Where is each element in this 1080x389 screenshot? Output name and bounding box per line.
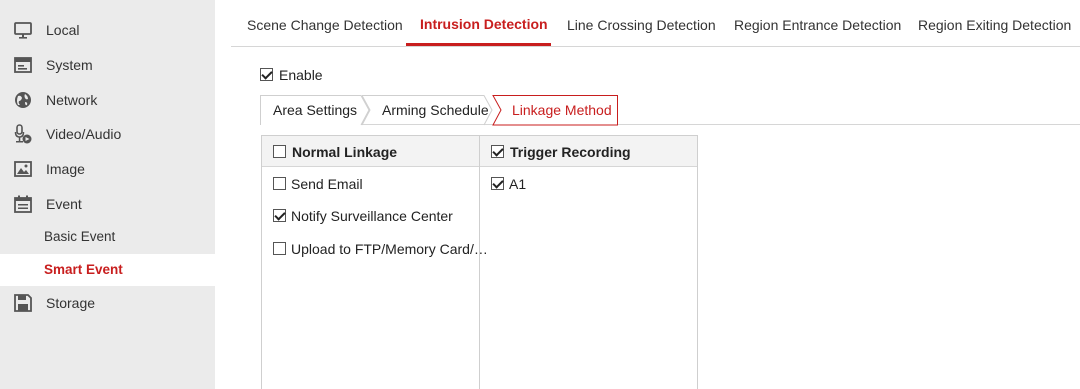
- sidebar: Local System Network Video/Audio Image E…: [0, 0, 215, 389]
- active-tab-underline: [406, 43, 551, 46]
- sidebar-item-label: Image: [46, 161, 85, 177]
- microphone-camera-icon: [13, 124, 33, 144]
- sidebar-item-event[interactable]: Event: [0, 187, 215, 221]
- globe-icon: [13, 90, 33, 110]
- enable-checkbox[interactable]: [260, 68, 273, 81]
- detection-tab-bar: Scene Change Detection Intrusion Detecti…: [231, 0, 1080, 47]
- sidebar-item-system[interactable]: System: [0, 48, 215, 82]
- sidebar-item-image[interactable]: Image: [0, 152, 215, 186]
- sidebar-item-label: Network: [46, 92, 98, 108]
- normal-linkage-header: Normal Linkage: [292, 144, 398, 160]
- sidebar-item-label: Video/Audio: [46, 126, 122, 142]
- linkage-table: [261, 135, 698, 389]
- sidebar-subitem-smart-event[interactable]: Smart Event: [0, 254, 215, 286]
- sidebar-item-label: System: [46, 57, 93, 73]
- normal-linkage-select-all-checkbox[interactable]: [273, 145, 286, 158]
- upload-ftp-label: Upload to FTP/Memory Card/…: [291, 241, 488, 257]
- monitor-icon: [13, 20, 33, 40]
- sidebar-subitem-basic-event[interactable]: Basic Event: [0, 221, 215, 253]
- send-email-label: Send Email: [291, 176, 363, 192]
- subtab-linkage-method[interactable]: Linkage Method: [512, 102, 612, 118]
- channel-a1-checkbox[interactable]: [491, 177, 504, 190]
- sidebar-subitem-label: Basic Event: [44, 229, 116, 244]
- column-divider: [479, 136, 480, 389]
- floppy-disk-icon: [13, 293, 33, 313]
- tab-intrusion-detection[interactable]: Intrusion Detection: [420, 16, 548, 32]
- send-email-checkbox[interactable]: [273, 177, 286, 190]
- system-window-icon: [13, 55, 33, 75]
- calendar-icon: [13, 194, 33, 214]
- enable-label: Enable: [279, 67, 323, 83]
- subtab-arming-schedule[interactable]: Arming Schedule: [382, 102, 489, 118]
- trigger-recording-select-all-checkbox[interactable]: [491, 145, 504, 158]
- sidebar-item-storage[interactable]: Storage: [0, 286, 215, 320]
- upload-ftp-checkbox[interactable]: [273, 242, 286, 255]
- tab-region-entrance-detection[interactable]: Region Entrance Detection: [734, 17, 901, 33]
- channel-a1-label: A1: [509, 176, 527, 192]
- tab-scene-change-detection[interactable]: Scene Change Detection: [247, 17, 403, 33]
- tab-region-exiting-detection[interactable]: Region Exiting Detection: [918, 17, 1071, 33]
- image-icon: [13, 159, 33, 179]
- sidebar-item-local[interactable]: Local: [0, 13, 215, 47]
- notify-surveillance-center-checkbox[interactable]: [273, 209, 286, 222]
- notify-surveillance-center-label: Notify Surveillance Center: [291, 208, 453, 224]
- tab-line-crossing-detection[interactable]: Line Crossing Detection: [567, 17, 716, 33]
- sidebar-item-video-audio[interactable]: Video/Audio: [0, 117, 215, 151]
- trigger-recording-header: Trigger Recording: [510, 144, 631, 160]
- sidebar-item-network[interactable]: Network: [0, 83, 215, 117]
- sidebar-item-label: Storage: [46, 295, 96, 311]
- sidebar-subitem-label: Smart Event: [44, 262, 123, 277]
- subtab-area-settings[interactable]: Area Settings: [273, 102, 357, 118]
- sidebar-item-label: Event: [46, 196, 82, 212]
- sidebar-item-label: Local: [46, 22, 80, 38]
